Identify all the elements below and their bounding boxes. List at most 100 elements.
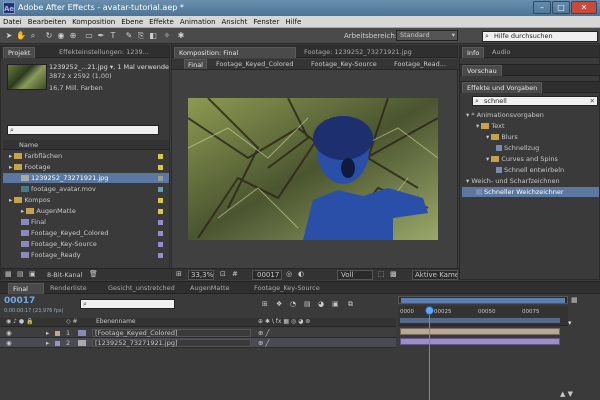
time-navigator[interactable] [398, 296, 568, 304]
timeline-layer-row[interactable]: ◉ ▸ 2 [1239252_73271921.jpg] ⊕ ╱ [0, 338, 396, 348]
tab-footage[interactable]: Footage: 1239252_73271921.jpg [300, 47, 455, 58]
menu-ebene[interactable]: Ebene [118, 16, 146, 28]
label-color-swatch[interactable] [158, 154, 163, 159]
tab-projekt[interactable]: Projekt [3, 47, 36, 58]
puppet-tool-icon[interactable]: ✱ [176, 30, 186, 41]
layer-name-column[interactable]: Ebenenname [96, 318, 136, 325]
project-item[interactable]: Footage_Ready [3, 250, 169, 260]
effects-tree-item[interactable]: Schneller Weichzeichner [462, 187, 599, 197]
effects-tree-item[interactable]: ▾ Curves and Spins [462, 154, 599, 164]
layer-switches[interactable]: ⊕ ╱ [258, 338, 269, 347]
pan-behind-tool-icon[interactable]: ⊕ [68, 30, 78, 41]
layer-bar-2[interactable] [400, 338, 560, 345]
eraser-tool-icon[interactable]: ◧ [148, 30, 158, 41]
project-item[interactable]: 1239252_73271921.jpg [3, 173, 169, 183]
breadcrumb-ready[interactable]: Footage_Read... [394, 60, 456, 68]
breadcrumb-final[interactable]: Final [184, 59, 207, 69]
tab-composition-final[interactable]: Komposition: Final [174, 47, 296, 58]
av-switches-icon[interactable]: ◉ ♪ ● 🔒 [6, 318, 34, 325]
trash-icon[interactable]: 🗑 [89, 270, 98, 278]
roto-brush-tool-icon[interactable]: ✧ [162, 30, 172, 41]
graph-editor-icon[interactable]: ⧉ [348, 300, 353, 309]
comp-marker-icon[interactable]: ▾ [568, 319, 596, 327]
layer-bar-1[interactable] [400, 328, 560, 335]
tab-vorschau[interactable]: Vorschau [462, 65, 502, 76]
camera-dropdown[interactable]: Aktive Kamer [412, 270, 458, 280]
effects-tree-item[interactable]: Schnell entwirbeln [462, 165, 599, 175]
menu-fenster[interactable]: Fenster [250, 16, 282, 28]
shy-layers-icon[interactable]: ◔ [290, 300, 296, 308]
new-folder-icon[interactable]: ▤ [17, 270, 24, 278]
project-search-input[interactable]: ⌕ [7, 125, 159, 135]
safe-margins-icon[interactable]: ⊡ [220, 270, 226, 278]
rotate-tool-icon[interactable]: ↻ [44, 30, 54, 41]
effects-tree-item[interactable]: ▾ Blurs [462, 132, 599, 142]
effects-tree-item[interactable]: ▾ Weich- und Scharfzeichnen [462, 176, 599, 186]
project-folder-item[interactable]: ▸ Kompos [3, 195, 169, 205]
project-folder-item[interactable]: ▸ Farbflächen [3, 151, 169, 161]
effects-tree-item[interactable]: ▾ Text [462, 121, 599, 131]
label-color-swatch[interactable] [158, 198, 163, 203]
timeline-timecode[interactable]: 00017 [4, 296, 35, 306]
camera-tool-icon[interactable]: ◉ [56, 30, 66, 41]
label-color-swatch[interactable] [158, 253, 163, 258]
region-of-interest-icon[interactable]: ⬚ [378, 270, 385, 278]
timeline-layer-row[interactable]: ◉ ▸ 1 [Footage_Keyed_Colored] ⊕ ╱ [0, 328, 396, 338]
draft-3d-icon[interactable]: ❖ [276, 300, 282, 308]
rectangle-tool-icon[interactable]: ▭ [84, 30, 94, 41]
layer-label-color[interactable] [55, 331, 60, 336]
project-item[interactable]: footage_avatar.mov [3, 184, 169, 194]
always-preview-icon[interactable]: ⊞ [176, 270, 182, 278]
layer-name[interactable]: [Footage_Keyed_Colored] [92, 329, 251, 337]
tab-effekteinstellungen[interactable]: Effekteinstellungen: 1239... [55, 47, 167, 58]
brush-tool-icon[interactable]: ✎ [124, 30, 134, 41]
help-search-input[interactable]: ⌕ Hilfe durchsuchen [482, 31, 598, 42]
label-color-swatch[interactable] [158, 242, 163, 247]
composition-viewer[interactable] [188, 98, 438, 240]
label-color-swatch[interactable] [158, 187, 163, 192]
visibility-eye-icon[interactable]: ◉ [6, 338, 12, 347]
menu-bearbeiten[interactable]: Bearbeiten [25, 16, 69, 28]
tab-info[interactable]: Info [462, 47, 485, 58]
time-ruler[interactable]: 0000 00025 00050 00075 [398, 306, 568, 326]
effects-tree-item[interactable]: Schnellzug [462, 143, 599, 153]
label-color-swatch[interactable] [158, 220, 163, 225]
expand-layer-icon[interactable]: ▸ [46, 338, 49, 347]
menu-animation[interactable]: Animation [177, 16, 219, 28]
motion-blur-icon[interactable]: ◕ [318, 300, 324, 308]
clear-search-icon[interactable]: ✕ [590, 97, 595, 105]
project-item[interactable]: Final [3, 217, 169, 227]
zoom-dropdown[interactable]: 33,3% [188, 270, 214, 280]
viewer-timecode[interactable]: 00017 [252, 270, 282, 280]
snapshot-icon[interactable]: ◎ [286, 270, 292, 278]
zoom-tool-icon[interactable]: ⌕ [28, 30, 38, 41]
timeline-tab[interactable]: Renderliste [46, 283, 102, 294]
menu-effekte[interactable]: Effekte [146, 16, 177, 28]
pen-tool-icon[interactable]: ✒ [96, 30, 106, 41]
time-navigator-range[interactable] [401, 298, 565, 303]
timeline-tab[interactable]: Gesicht_unstretched [104, 283, 184, 294]
tab-audio[interactable]: Audio [488, 47, 514, 58]
layer-switches[interactable]: ⊕ ╱ [258, 328, 269, 337]
text-tool-icon[interactable]: T [108, 30, 118, 41]
layer-label-color[interactable] [55, 341, 60, 346]
timeline-zoom-slider[interactable]: ▲ ▼ [560, 390, 598, 400]
bit-depth-button[interactable]: 8-Bit-Kanal [47, 271, 82, 279]
project-column-header[interactable]: Name [3, 140, 169, 150]
timeline-tab[interactable]: Final [8, 283, 44, 294]
menu-komposition[interactable]: Komposition [69, 16, 118, 28]
project-folder-item[interactable]: ▸ Footage [3, 162, 169, 172]
visibility-eye-icon[interactable]: ◉ [6, 328, 12, 337]
hand-tool-icon[interactable]: ✋ [16, 30, 26, 41]
breadcrumb-key-source[interactable]: Footage_Key-Source [311, 60, 377, 68]
playhead-handle[interactable] [425, 306, 434, 315]
layer-name[interactable]: [1239252_73271921.jpg] [92, 339, 251, 347]
transparency-grid-icon[interactable]: ▩ [390, 270, 397, 278]
project-folder-item[interactable]: ▸ AugenMatte [3, 206, 169, 216]
timeline-tab[interactable]: Footage_Key-Source [250, 283, 322, 294]
label-color-swatch[interactable] [158, 165, 163, 170]
channel-icon[interactable]: ◐ [298, 270, 304, 278]
comp-mini-flowchart-icon[interactable]: ⊞ [262, 300, 268, 308]
effects-tree-item[interactable]: ▾ * Animationsvorgaben [462, 110, 599, 120]
brainstorm-icon[interactable]: ▣ [332, 300, 339, 308]
